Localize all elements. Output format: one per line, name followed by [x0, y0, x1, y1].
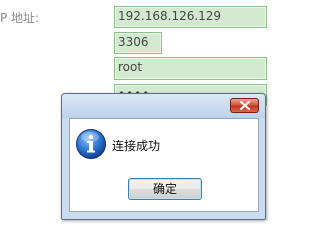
info-icon — [76, 129, 106, 159]
host-input[interactable]: 192.168.126.129 — [114, 6, 267, 28]
port-input[interactable]: 3306 — [114, 32, 162, 54]
close-icon — [240, 101, 250, 110]
app-window: P 地址: 192.168.126.129 3306 root •••• — [0, 0, 334, 246]
message-dialog: 连接成功 确定 — [61, 93, 266, 220]
dialog-titlebar[interactable] — [62, 94, 265, 118]
dialog-message: 连接成功 — [112, 139, 161, 153]
username-input[interactable]: root — [114, 57, 267, 80]
host-label: P 地址: — [0, 11, 40, 25]
close-button[interactable] — [230, 98, 259, 113]
dialog-body: 连接成功 确定 — [69, 118, 259, 212]
ok-button[interactable]: 确定 — [128, 178, 202, 200]
